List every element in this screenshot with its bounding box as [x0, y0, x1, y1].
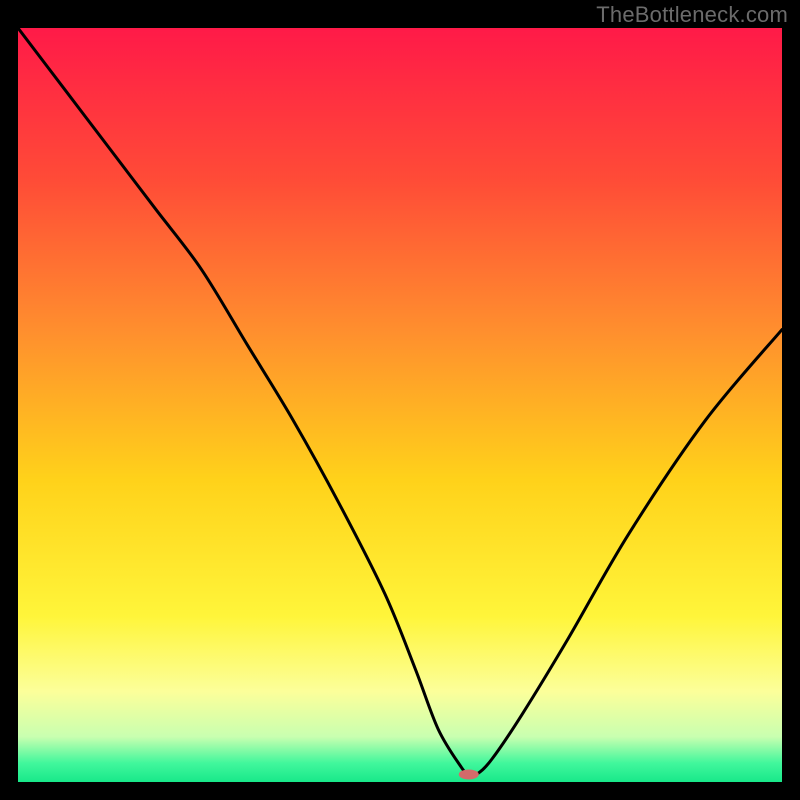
optimal-point-marker — [459, 769, 479, 779]
chart-frame: TheBottleneck.com — [0, 0, 800, 800]
gradient-rect — [18, 28, 782, 782]
plot-area — [18, 28, 782, 782]
chart-svg — [18, 28, 782, 782]
watermark-text: TheBottleneck.com — [596, 2, 788, 28]
